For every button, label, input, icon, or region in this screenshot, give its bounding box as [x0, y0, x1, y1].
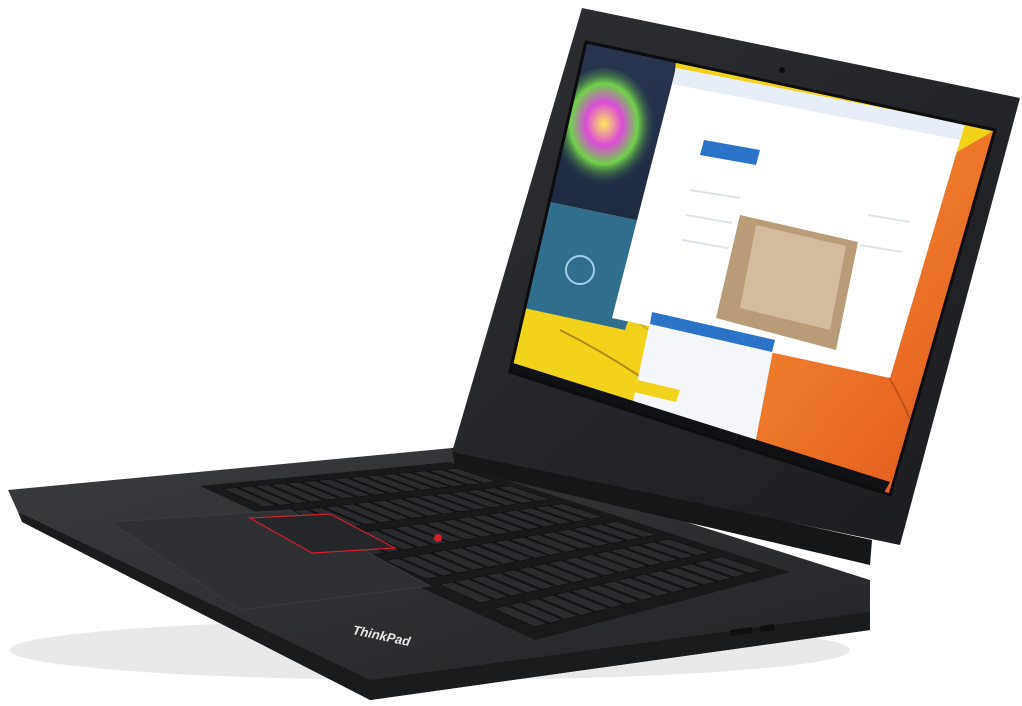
trackpoint	[434, 534, 442, 542]
laptop-photo: ThinkPad	[0, 0, 1022, 701]
webcam	[779, 67, 785, 73]
